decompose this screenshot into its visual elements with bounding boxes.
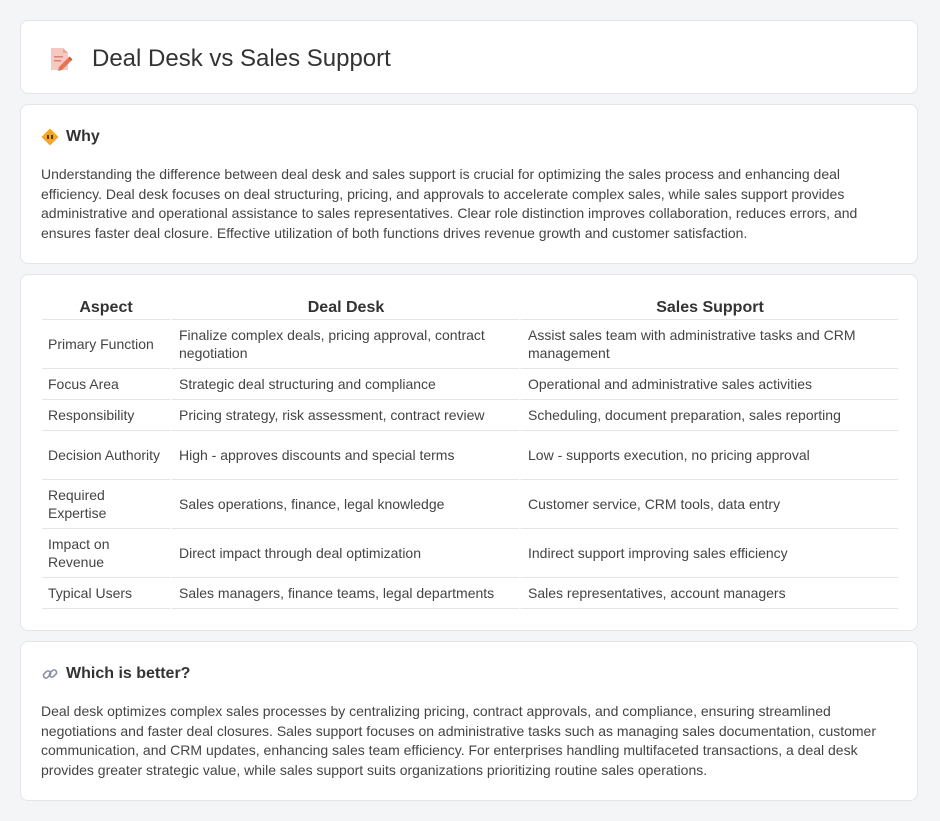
- document-pencil-icon: [51, 48, 73, 71]
- row-aspect: Focus Area: [42, 369, 170, 400]
- row-deal-desk: Sales managers, finance teams, legal dep…: [170, 578, 519, 609]
- table-row: Decision Authority High - approves disco…: [42, 431, 898, 480]
- comparison-table-card: Aspect Deal Desk Sales Support Primary F…: [20, 274, 918, 631]
- why-section: Why Understanding the difference between…: [20, 104, 918, 264]
- row-deal-desk: Finalize complex deals, pricing approval…: [170, 320, 519, 369]
- why-body: Understanding the difference between dea…: [41, 166, 858, 241]
- row-sales-support: Scheduling, document preparation, sales …: [519, 400, 898, 431]
- better-title: Which is better?: [66, 665, 191, 682]
- row-aspect: Primary Function: [42, 320, 170, 369]
- row-deal-desk: Strategic deal structuring and complianc…: [170, 369, 519, 400]
- link-icon: [42, 669, 58, 679]
- table-row: Primary Function Finalize complex deals,…: [42, 320, 898, 369]
- header-sales-support: Sales Support: [519, 297, 898, 320]
- diamond-sign-icon: [41, 128, 59, 146]
- row-deal-desk: Sales operations, finance, legal knowled…: [170, 480, 519, 529]
- row-deal-desk: Direct impact through deal optimization: [170, 529, 519, 578]
- row-sales-support: Sales representatives, account managers: [519, 578, 898, 609]
- row-aspect: Typical Users: [42, 578, 170, 609]
- row-aspect: Responsibility: [42, 400, 170, 431]
- header-deal-desk: Deal Desk: [170, 297, 519, 320]
- page-title: Deal Desk vs Sales Support: [92, 45, 391, 72]
- table-row: Typical Users Sales managers, finance te…: [42, 578, 898, 609]
- table-row: Required Expertise Sales operations, fin…: [42, 480, 898, 529]
- table-header-row: Aspect Deal Desk Sales Support: [42, 297, 898, 320]
- table-row: Responsibility Pricing strategy, risk as…: [42, 400, 898, 431]
- table-row: Focus Area Strategic deal structuring an…: [42, 369, 898, 400]
- row-aspect: Decision Authority: [42, 431, 170, 480]
- row-sales-support: Customer service, CRM tools, data entry: [519, 480, 898, 529]
- header-aspect: Aspect: [42, 297, 170, 320]
- row-aspect: Impact on Revenue: [42, 529, 170, 578]
- row-aspect: Required Expertise: [42, 480, 170, 529]
- which-is-better-section: Which is better? Deal desk optimizes com…: [20, 641, 918, 801]
- row-deal-desk: Pricing strategy, risk assessment, contr…: [170, 400, 519, 431]
- why-title: Why: [66, 128, 100, 145]
- row-deal-desk: High - approves discounts and special te…: [170, 431, 519, 480]
- row-sales-support: Indirect support improving sales efficie…: [519, 529, 898, 578]
- comparison-table: Aspect Deal Desk Sales Support Primary F…: [42, 297, 898, 609]
- row-sales-support: Assist sales team with administrative ta…: [519, 320, 898, 369]
- row-sales-support: Operational and administrative sales act…: [519, 369, 898, 400]
- header-card: Deal Desk vs Sales Support: [20, 20, 918, 94]
- table-row: Impact on Revenue Direct impact through …: [42, 529, 898, 578]
- better-body: Deal desk optimizes complex sales proces…: [41, 703, 877, 778]
- row-sales-support: Low - supports execution, no pricing app…: [519, 431, 898, 480]
